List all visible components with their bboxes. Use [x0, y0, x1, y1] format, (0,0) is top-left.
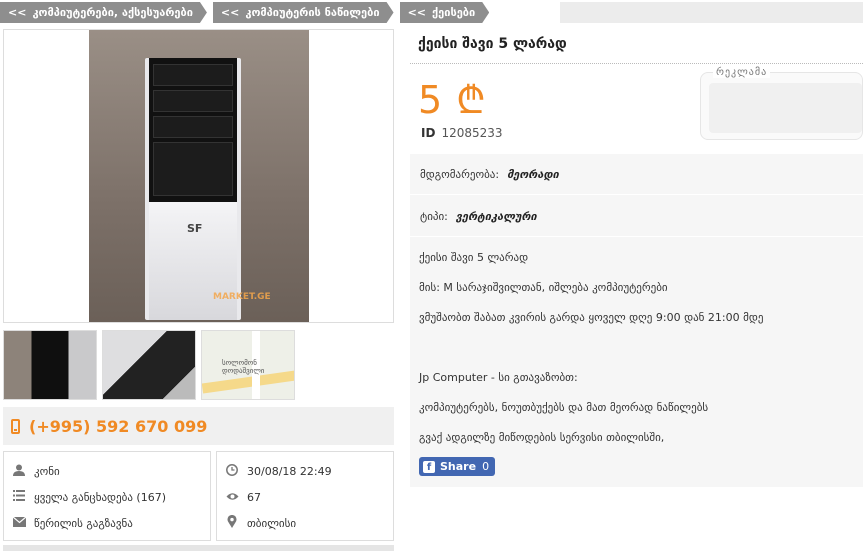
divider — [410, 194, 863, 195]
facebook-share-button[interactable]: f Share 0 — [419, 457, 496, 476]
breadcrumb-label: ქეისები — [432, 6, 476, 19]
view-count: 67 — [247, 490, 261, 504]
date-row: 30/08/18 22:49 — [217, 458, 393, 484]
location-row: თბილისი — [217, 510, 393, 536]
send-message-row[interactable]: წერილის გაგზავნა — [4, 510, 210, 536]
computer-case-image: SF MARKET.GE — [89, 30, 309, 322]
eye-icon — [225, 490, 239, 504]
type-label: ტიპი: — [420, 210, 448, 223]
condition-row: მდგომარეობა: მეორადი — [420, 168, 559, 181]
user-icon — [12, 464, 26, 479]
breadcrumb-cases[interactable]: << ქეისები — [400, 2, 490, 23]
price: 5 ₾ — [418, 76, 486, 124]
description-line: ქეისი შავი 5 ლარად — [419, 251, 529, 264]
send-message-link[interactable]: წერილის გაგზავნა — [34, 517, 133, 530]
price-value: 5 — [418, 78, 443, 122]
description-line: მის: M სარაჯიშვილთან, იშლება კომპიუტერებ… — [419, 281, 668, 294]
condition-label: მდგომარეობა: — [420, 168, 500, 181]
breadcrumb-label: კომპიუტერის ნაწილები — [245, 6, 380, 19]
main-photo[interactable]: SF MARKET.GE — [3, 29, 394, 323]
all-ads-link[interactable]: ყველა განცხადება (167) — [34, 491, 166, 504]
thumbnail-strip: სოლომონ დოდაშვილი — [3, 330, 300, 400]
breadcrumb-tail — [560, 2, 863, 23]
list-icon — [12, 490, 26, 504]
thumbnail-1[interactable] — [3, 330, 97, 400]
thumbnail-2[interactable] — [102, 330, 196, 400]
details-panel: მდგომარეობა: მეორადი ტიპი: ვერტიკალური ქეი… — [410, 154, 863, 487]
seller-name: კონი — [34, 464, 60, 478]
drive-bay — [153, 116, 233, 138]
breadcrumb-arrow: << — [220, 6, 240, 19]
envelope-icon — [12, 516, 26, 530]
phone-bar[interactable]: (+995) 592 670 099 — [3, 407, 394, 445]
drive-bay — [153, 90, 233, 112]
advertisement-box[interactable]: რეკლამა — [700, 67, 863, 140]
case-lower-panel — [149, 202, 237, 320]
breadcrumb-computers-accessories[interactable]: << კომპიუტერები, აქსესუარები — [0, 2, 207, 23]
location: თბილისი — [247, 516, 297, 530]
breadcrumb-computer-parts[interactable]: << კომპიუტერის ნაწილები — [213, 2, 394, 23]
share-label: Share — [440, 460, 477, 473]
watermark: MARKET.GE — [213, 292, 271, 302]
description-line: ვმუშაობთ შაბათ კვირის გარდა ყოველ დღე 9:… — [419, 311, 764, 324]
breadcrumb: << კომპიუტერები, აქსესუარები << კომპიუტერი… — [0, 2, 495, 23]
type-value: ვერტიკალური — [455, 210, 537, 223]
clock-icon — [225, 463, 239, 479]
breadcrumb-label: კომპიუტერები, აქსესუარები — [32, 6, 193, 19]
seller-name-row: კონი — [4, 458, 210, 484]
title-divider — [410, 63, 863, 64]
all-ads-row[interactable]: ყველა განცხადება (167) — [4, 484, 210, 510]
breadcrumb-arrow: << — [407, 6, 426, 19]
phone-number[interactable]: (+995) 592 670 099 — [29, 417, 207, 436]
description-line: გვაქ ადგილზე მიწოდების სერვისი თბილისში, — [419, 431, 665, 444]
ad-id-value: 12085233 — [441, 126, 503, 140]
bottom-bar — [3, 545, 394, 551]
case-logo: SF — [187, 222, 203, 235]
description-line: Jp Computer - სი გთავაზობთ: — [419, 371, 578, 384]
share-count: 0 — [482, 460, 490, 473]
thumbnail-map[interactable]: სოლომონ დოდაშვილი — [201, 330, 295, 400]
seller-info: კონი ყველა განცხადება (167) წერილის გაგზ… — [3, 451, 211, 541]
drive-bay — [153, 142, 233, 196]
views-row: 67 — [217, 484, 393, 510]
map-pin-icon — [225, 514, 239, 531]
breadcrumb-arrow: << — [8, 6, 27, 19]
description-line: კომპიუტერებს, ნოუთბუქებს და მათ მეორად ნ… — [419, 401, 709, 414]
facebook-icon: f — [423, 460, 435, 473]
posted-date: 30/08/18 22:49 — [247, 464, 332, 478]
condition-value: მეორადი — [507, 168, 559, 181]
page-title: ქეისი შავი 5 ლარად — [418, 36, 567, 52]
type-row: ტიპი: ვერტიკალური — [420, 210, 537, 223]
drive-bay — [153, 64, 233, 86]
divider — [410, 236, 863, 237]
map-label: სოლომონ დოდაშვილი — [222, 359, 265, 375]
mobile-phone-icon — [11, 418, 20, 434]
lari-currency-icon: ₾ — [456, 78, 486, 122]
ad-id-label: ID — [421, 126, 436, 140]
ad-id: ID 12085233 — [421, 126, 503, 140]
advertisement-slot[interactable] — [709, 83, 862, 133]
ad-meta-info: 30/08/18 22:49 67 თბილისი — [216, 451, 394, 541]
advertisement-label: რეკლამა — [713, 67, 771, 78]
